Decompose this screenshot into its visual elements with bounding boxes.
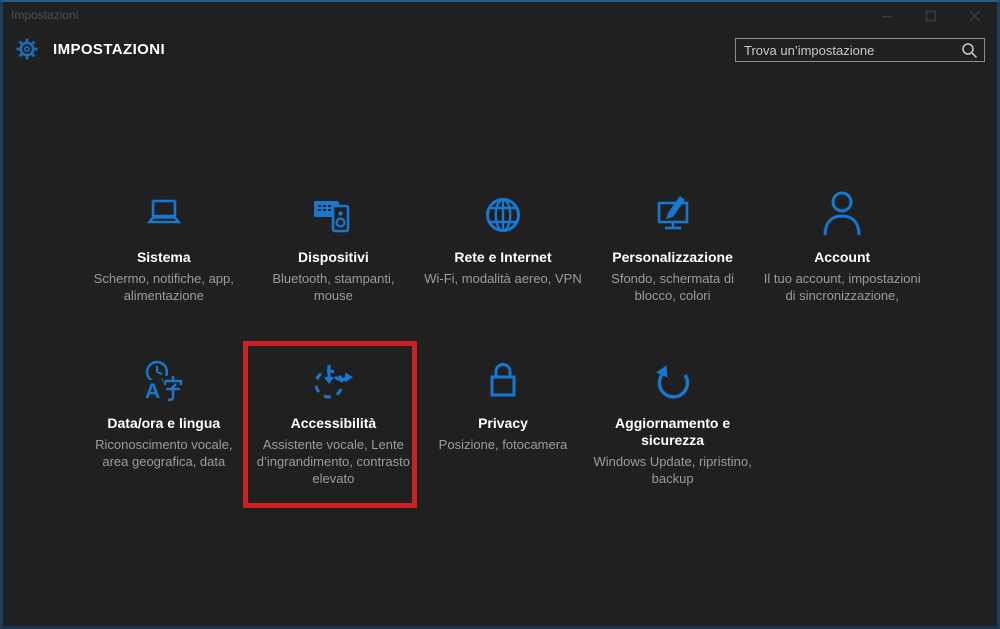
tile-title: Aggiornamento e sicurezza: [588, 415, 758, 449]
tile-title: Rete e Internet: [454, 249, 551, 266]
tile-title: Account: [814, 249, 870, 266]
settings-window: Impostazioni IMPOSTAZIONI: [0, 0, 1000, 629]
ease-of-access-icon: [309, 354, 357, 408]
window-title: Impostazioni: [11, 8, 78, 22]
tile-personalizzazione[interactable]: Personalizzazione Sfondo, schermata di b…: [588, 188, 758, 354]
clock-language-icon: A: [140, 354, 188, 408]
minimize-icon[interactable]: [865, 2, 909, 30]
tile-dispositivi[interactable]: Dispositivi Bluetooth, stampanti, mouse: [249, 188, 419, 354]
tile-title: Data/ora e lingua: [107, 415, 220, 432]
tile-data-ora-lingua[interactable]: A Data/ora e lingua Riconoscimento vocal…: [79, 354, 249, 487]
close-icon[interactable]: [953, 2, 997, 30]
titlebar: Impostazioni: [3, 2, 997, 30]
tile-subtitle: Sfondo, schermata di blocco, colori: [591, 270, 755, 304]
laptop-icon: [140, 188, 188, 242]
window-controls: [865, 2, 997, 30]
lock-icon: [479, 354, 527, 408]
tile-subtitle: Riconoscimento vocale, area geografica, …: [82, 436, 246, 470]
tile-sistema[interactable]: Sistema Schermo, notifiche, app, aliment…: [79, 188, 249, 354]
search-box[interactable]: [735, 38, 985, 62]
gear-icon: [15, 37, 39, 61]
maximize-icon[interactable]: [909, 2, 953, 30]
tile-subtitle: Schermo, notifiche, app, alimentazione: [82, 270, 246, 304]
tile-account[interactable]: Account Il tuo account, impostazioni di …: [757, 188, 927, 354]
tile-rete-internet[interactable]: Rete e Internet Wi-Fi, modalità aereo, V…: [418, 188, 588, 354]
keyboard-speaker-icon: [309, 188, 357, 242]
tile-title: Privacy: [478, 415, 528, 432]
tile-title: Sistema: [137, 249, 191, 266]
tile-title: Accessibilità: [291, 415, 377, 432]
person-icon: [817, 188, 867, 242]
tile-title: Personalizzazione: [612, 249, 733, 266]
tile-title: Dispositivi: [298, 249, 369, 266]
tile-subtitle: Assistente vocale, Lente d’ingrandimento…: [251, 436, 415, 487]
tile-aggiornamento-sicurezza[interactable]: Aggiornamento e sicurezza Windows Update…: [588, 354, 758, 487]
tile-accessibilita[interactable]: Accessibilità Assistente vocale, Lente d…: [249, 354, 419, 487]
tile-subtitle: Il tuo account, impostazioni di sincroni…: [760, 270, 924, 304]
search-input[interactable]: [736, 43, 960, 58]
tile-subtitle: Wi-Fi, modalità aereo, VPN: [424, 270, 582, 287]
svg-text:A: A: [145, 380, 160, 403]
category-grid: Sistema Schermo, notifiche, app, aliment…: [79, 188, 927, 487]
page-title: IMPOSTAZIONI: [53, 41, 165, 58]
monitor-pen-icon: [649, 188, 697, 242]
tile-privacy[interactable]: Privacy Posizione, fotocamera: [418, 354, 588, 487]
tile-subtitle: Bluetooth, stampanti, mouse: [251, 270, 415, 304]
tile-subtitle: Posizione, fotocamera: [439, 436, 568, 453]
refresh-icon: [649, 354, 697, 408]
magnifier-icon[interactable]: [960, 41, 978, 59]
globe-icon: [479, 188, 527, 242]
tile-subtitle: Windows Update, ripristino, backup: [591, 453, 755, 487]
